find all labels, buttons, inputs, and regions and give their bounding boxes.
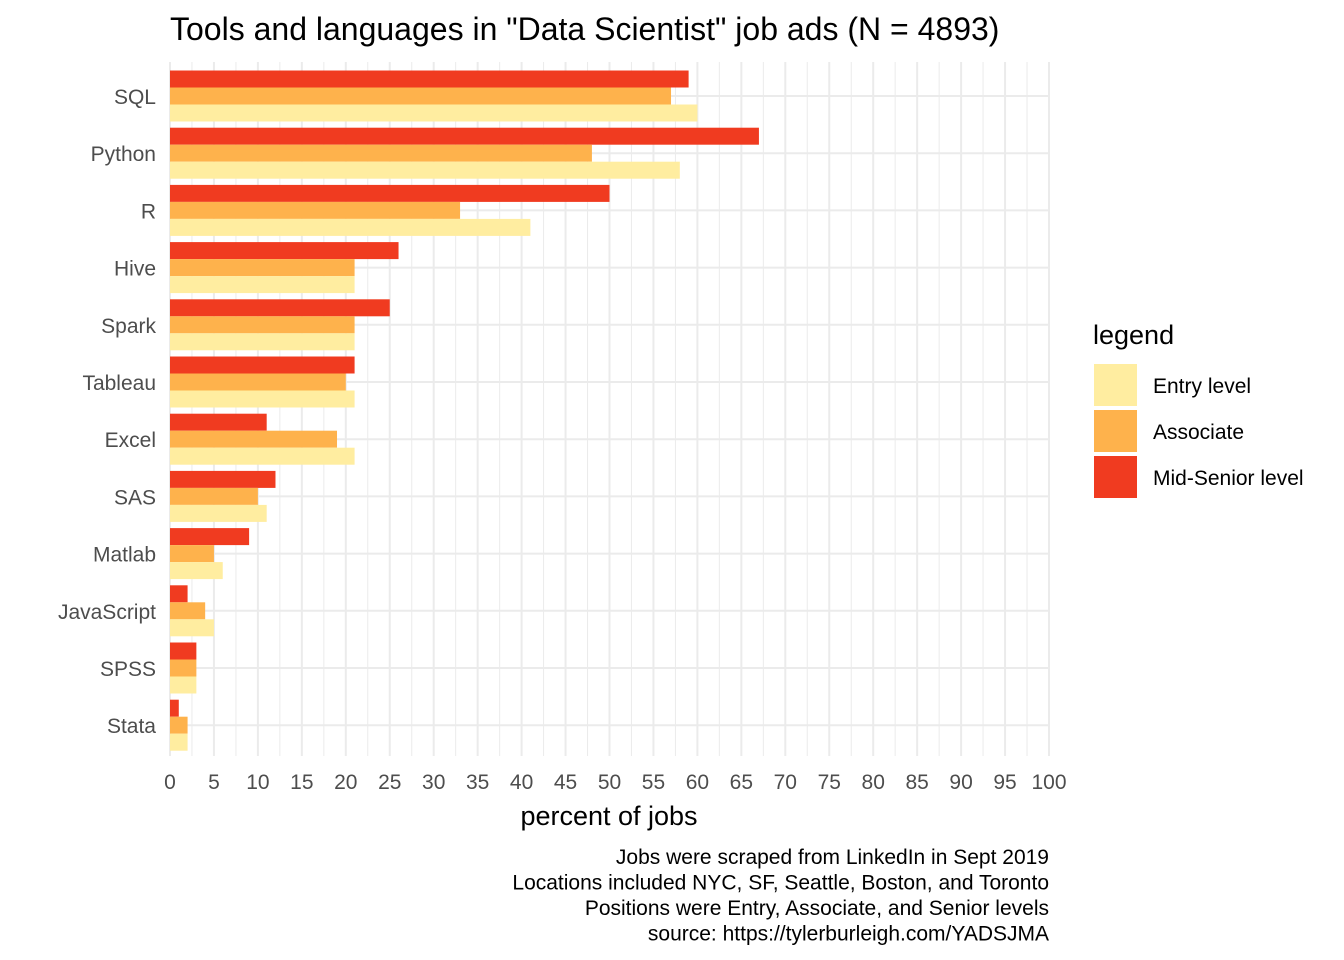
x-tick-label: 95 [993,771,1016,794]
bar-stata-mid-senior-level [170,699,179,717]
x-tick-label: 10 [246,771,269,794]
bar-javascript-associate [170,602,206,620]
x-tick-label: 75 [818,771,841,794]
x-tick-label: 80 [862,771,885,794]
bar-stata-associate [170,716,188,734]
bar-r-associate [170,201,461,219]
legend-key-mid-senior-level [1094,456,1137,498]
legend-label: Associate [1153,421,1244,444]
bar-sas-entry-level [170,504,267,522]
bar-tableau-entry-level [170,390,355,408]
y-tick-label: Stata [107,715,156,738]
caption: Jobs were scraped from LinkedIn in Sept … [512,846,1049,946]
x-tick-label: 70 [774,771,797,794]
y-tick-label: Python [91,143,156,166]
x-tick-label: 5 [208,771,220,794]
bar-hive-associate [170,259,355,277]
x-axis-label: percent of jobs [520,801,697,831]
bar-excel-mid-senior-level [170,413,267,431]
bar-python-entry-level [170,161,680,179]
bar-python-mid-senior-level [170,127,759,145]
y-tick-label: JavaScript [58,601,156,624]
bar-sas-associate [170,487,258,505]
bar-sql-entry-level [170,104,698,122]
y-tick-label: Hive [114,258,156,281]
chart-title: Tools and languages in "Data Scientist" … [170,11,999,47]
x-tick-label: 55 [642,771,665,794]
x-tick-label: 35 [466,771,489,794]
x-tick-label: 60 [686,771,709,794]
caption-line: Locations included NYC, SF, Seattle, Bos… [512,872,1049,895]
x-tick-label: 100 [1031,771,1066,794]
bar-javascript-entry-level [170,619,214,637]
bar-spss-mid-senior-level [170,642,197,660]
bar-spark-mid-senior-level [170,299,390,317]
y-tick-label: SAS [114,486,156,509]
x-tick-label: 25 [378,771,401,794]
x-tick-label: 20 [334,771,357,794]
x-tick-label: 65 [730,771,753,794]
bar-tableau-associate [170,373,346,391]
bar-python-associate [170,144,592,162]
bar-spark-entry-level [170,333,355,351]
x-tick-label: 50 [598,771,621,794]
x-tick-label: 30 [422,771,445,794]
bar-spss-entry-level [170,676,197,694]
x-tick-label: 0 [164,771,176,794]
y-tick-label: SPSS [100,658,156,681]
bar-sas-mid-senior-level [170,470,276,488]
bar-tableau-mid-senior-level [170,356,355,374]
bar-hive-mid-senior-level [170,242,399,260]
y-tick-label: R [141,200,156,223]
caption-line: Jobs were scraped from LinkedIn in Sept … [616,846,1049,869]
y-tick-label: Matlab [93,544,156,567]
caption-line: Positions were Entry, Associate, and Sen… [585,897,1049,920]
x-tick-label: 15 [290,771,313,794]
bar-javascript-mid-senior-level [170,585,188,603]
bar-sql-associate [170,87,672,105]
bar-r-mid-senior-level [170,184,610,202]
caption-line: source: https://tylerburleigh.com/YADSJM… [648,923,1049,946]
y-tick-label: SQL [114,86,156,109]
bar-excel-entry-level [170,447,355,465]
bar-excel-associate [170,430,338,448]
x-tick-label: 45 [554,771,577,794]
bar-hive-entry-level [170,276,355,294]
legend-label: Entry level [1153,375,1251,398]
y-tick-label: Tableau [82,372,156,395]
y-tick-label: Spark [101,315,156,338]
x-axis-ticks: 0 5 10 15 20 25 30 35 40 45 50 55 60 65 70 75 80 85 90 95 10… [164,771,1066,794]
bar-spss-associate [170,659,197,677]
legend-label: Mid-Senior level [1153,467,1304,490]
bar-matlab-mid-senior-level [170,528,250,546]
bar-matlab-associate [170,545,214,563]
bar-stata-entry-level [170,733,188,751]
bar-spark-associate [170,316,355,334]
bar-r-entry-level [170,218,531,236]
x-tick-label: 40 [510,771,533,794]
legend: legend Entry level Associate Mid-Senior le… [1093,320,1304,498]
x-tick-label: 85 [905,771,928,794]
legend-title: legend [1093,320,1174,350]
bar-sql-mid-senior-level [170,70,689,88]
y-tick-label: Excel [105,429,156,452]
bar-chart: Tools and languages in "Data Scientist" … [58,11,1304,946]
x-tick-label: 90 [949,771,972,794]
bar-matlab-entry-level [170,562,223,580]
legend-key-entry-level [1094,364,1137,406]
y-axis-ticks: SQL Python R Hive Spark Tableau Excel SAS Matlab… [58,86,157,738]
legend-key-associate [1094,410,1137,452]
